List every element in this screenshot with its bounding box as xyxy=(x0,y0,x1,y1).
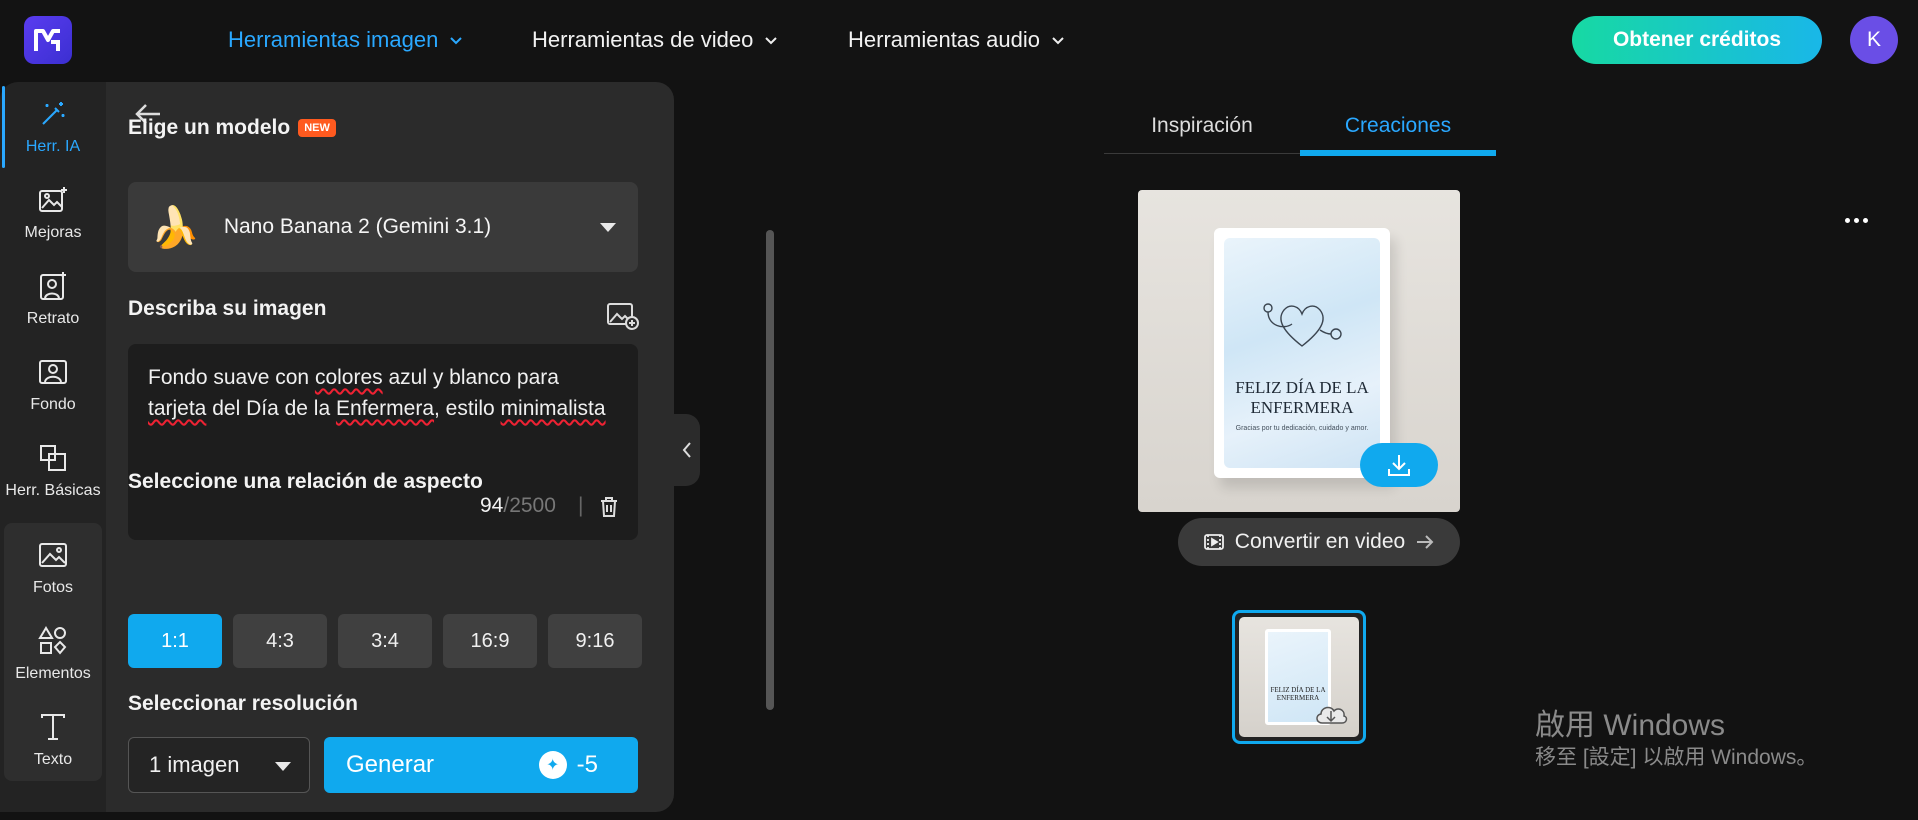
aspect-label: Seleccione una relación de aspecto xyxy=(128,470,483,493)
video-icon xyxy=(1203,534,1224,550)
watermark-line1: 啟用 Windows xyxy=(1535,709,1726,742)
panel-scrollbar[interactable] xyxy=(766,230,774,710)
text-icon xyxy=(41,714,65,740)
image-upload-icon[interactable] xyxy=(606,300,640,332)
rail-item-elementos[interactable]: Elementos xyxy=(0,611,106,697)
chevron-down-icon xyxy=(1052,37,1064,45)
resolution-label: Seleccionar resolución xyxy=(128,692,358,715)
app-logo[interactable] xyxy=(24,16,72,64)
aspect-option-1-1[interactable]: 1:1 xyxy=(128,614,222,668)
chevron-left-icon xyxy=(682,442,691,458)
generate-label: Generar xyxy=(346,751,435,778)
generate-cost-value: -5 xyxy=(576,751,598,778)
caret-down-icon xyxy=(600,223,616,232)
aspect-option-4-3[interactable]: 4:3 xyxy=(233,614,327,668)
rail-label: Fotos xyxy=(32,579,73,596)
rail-item-mejoras[interactable]: Mejoras xyxy=(0,170,106,256)
chevron-down-icon xyxy=(765,37,778,45)
avatar[interactable]: K xyxy=(1850,16,1898,64)
rail-label: Elementos xyxy=(15,665,91,682)
card-title: FELIZ DÍA DE LA ENFERMERA xyxy=(1235,378,1369,417)
generate-cost: ✦ -5 xyxy=(538,751,598,779)
rail-label: Fondo xyxy=(30,396,76,413)
portrait-icon xyxy=(40,272,66,300)
crop-icon xyxy=(40,445,66,471)
result-tabs: Inspiración Creaciones xyxy=(1104,98,1496,156)
background-icon xyxy=(39,360,67,384)
download-icon xyxy=(1388,455,1410,476)
download-button[interactable] xyxy=(1360,443,1438,487)
model-label-text: Elige un modelo xyxy=(128,116,291,139)
nav-label: Herramientas de video xyxy=(532,27,754,52)
thumbnail-selected[interactable]: FELIZ DÍA DE LA ENFERMERA xyxy=(1232,610,1366,744)
convert-label: Convertir en video xyxy=(1234,530,1406,553)
model-label: Elige un modelo NEW xyxy=(128,116,336,140)
chevron-down-icon xyxy=(450,37,463,45)
rail-item-fondo[interactable]: Fondo xyxy=(0,342,106,428)
magic-wand-icon xyxy=(42,102,65,125)
get-credits-button[interactable]: Obtener créditos xyxy=(1572,16,1822,64)
rail-label: Retrato xyxy=(26,310,80,327)
counter-separator: | xyxy=(578,494,584,517)
aspect-option-9-16[interactable]: 9:16 xyxy=(548,614,642,668)
rail-label: Texto xyxy=(33,751,73,768)
rail-label: Herr. IA xyxy=(25,138,81,155)
tab-creaciones[interactable]: Creaciones xyxy=(1300,98,1496,156)
convert-to-video-button[interactable]: Convertir en video xyxy=(1178,518,1460,566)
rail-label: Herr. Básicas xyxy=(5,482,101,499)
aspect-options: 1:1 4:3 3:4 16:9 9:16 xyxy=(128,614,642,668)
arrow-right-icon xyxy=(1417,535,1434,549)
nav-herramientas-imagen[interactable]: Herramientas imagen xyxy=(228,24,464,56)
watermark-line2: 移至 [設定] 以啟用 Windows。 xyxy=(1535,746,1818,769)
elements-icon xyxy=(38,626,67,655)
card-image: FELIZ DÍA DE LA ENFERMERA Gracias por tu… xyxy=(1214,228,1390,478)
image-enhance-icon xyxy=(39,187,67,212)
card-subtitle: Gracias por tu dedicación, cuidado y amo… xyxy=(1235,425,1369,432)
nav-herramientas-video[interactable]: Herramientas de video xyxy=(532,24,779,56)
cloud-download-icon xyxy=(1316,706,1348,724)
model-select-value: Nano Banana 2 (Gemini 3.1) xyxy=(223,215,492,238)
new-badge: NEW xyxy=(298,119,336,138)
nav-label: Herramientas imagen xyxy=(228,27,439,52)
windows-activation-watermark: 啟用 Windows 移至 [設定] 以啟用 Windows。 xyxy=(1535,708,1817,772)
top-bar: Herramientas imagen Herramientas de vide… xyxy=(0,0,1918,80)
rail-label: Mejoras xyxy=(24,224,82,241)
image-count-value: 1 imagen xyxy=(149,752,240,777)
tab-inspiracion[interactable]: Inspiración xyxy=(1104,98,1300,154)
nav-label: Herramientas audio xyxy=(848,27,1040,52)
image-count-select[interactable]: 1 imagen xyxy=(128,737,310,793)
rail-item-herr-basicas[interactable]: Herr. Básicas xyxy=(0,428,106,514)
nav-herramientas-audio[interactable]: Herramientas audio xyxy=(848,24,1066,56)
aspect-option-16-9[interactable]: 16:9 xyxy=(443,614,537,668)
tool-rail: Herr. IA Mejoras Retrato Fondo Herr. Bás… xyxy=(0,82,106,812)
logo-icon xyxy=(34,29,60,51)
banana-icon: 🍌 xyxy=(150,205,200,250)
rail-item-texto[interactable]: Texto xyxy=(0,697,106,783)
ai-tools-panel: Elige un modelo NEW 🍌 Nano Banana 2 (Gemi… xyxy=(106,82,774,812)
credit-gem-icon: ✦ xyxy=(538,751,567,779)
more-options-button[interactable] xyxy=(1838,210,1874,230)
trash-icon[interactable] xyxy=(598,496,620,518)
char-counter: 94/2500 xyxy=(480,494,556,517)
caret-down-icon xyxy=(275,762,291,771)
prompt-label: Describa su imagen xyxy=(128,297,327,320)
rail-item-herr-ia[interactable]: Herr. IA xyxy=(0,84,106,170)
generate-button[interactable]: Generar ✦ -5 xyxy=(324,737,638,793)
model-select[interactable]: 🍌 Nano Banana 2 (Gemini 3.1) xyxy=(128,182,638,272)
prompt-text: Fondo suave con colores azul y blanco pa… xyxy=(148,366,606,420)
stethoscope-heart-icon xyxy=(1263,303,1342,347)
rail-item-fotos[interactable]: Fotos xyxy=(0,525,106,611)
prompt-textarea[interactable]: Fondo suave con colores azul y blanco pa… xyxy=(128,344,638,540)
photos-icon xyxy=(39,543,67,567)
rail-item-retrato[interactable]: Retrato xyxy=(0,256,106,342)
collapse-panel-button[interactable] xyxy=(674,414,700,486)
aspect-option-3-4[interactable]: 3:4 xyxy=(338,614,432,668)
